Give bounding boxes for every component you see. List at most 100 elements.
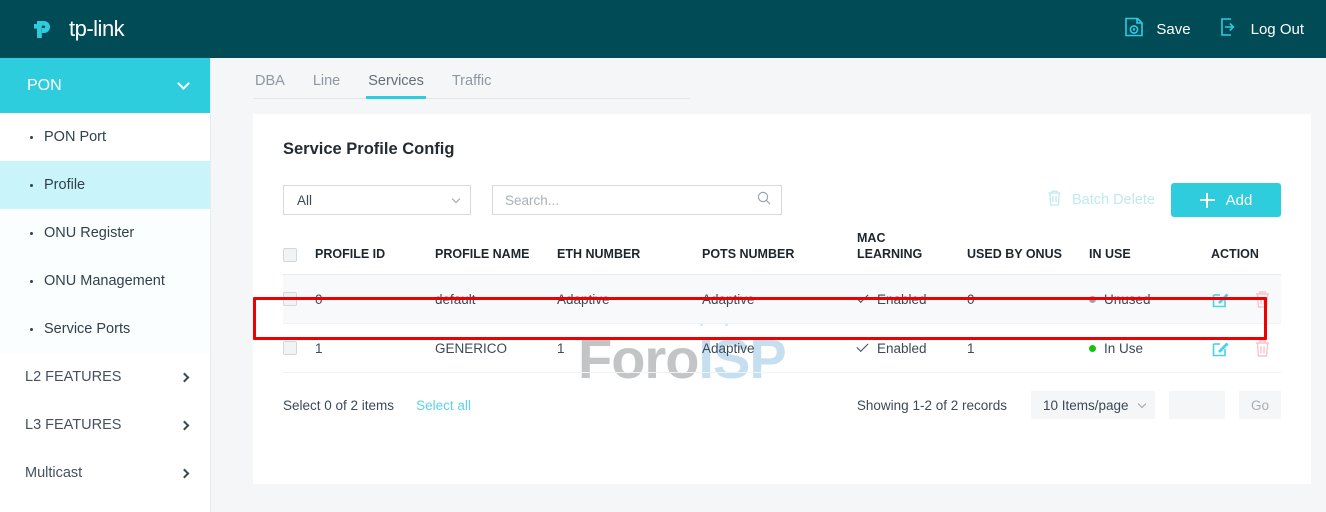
row-checkbox-cell (283, 274, 315, 325)
items-per-page-select[interactable]: 10 Items/page (1031, 391, 1155, 420)
sidebar-item-label: ONU Management (44, 273, 165, 289)
tab-dba[interactable]: DBA (253, 69, 287, 98)
bullet-icon (30, 183, 33, 187)
sidebar-item-l2-features[interactable]: L2 FEATURES (0, 353, 210, 401)
edit-icon[interactable] (1211, 289, 1231, 309)
page-title: Service Profile Config (283, 140, 455, 158)
cell-mac-learning: Enabled (856, 274, 967, 325)
filter-select[interactable]: All (283, 185, 471, 215)
cell-pots-number: Adaptive (702, 323, 857, 374)
brand-name: tp-link (69, 16, 125, 41)
status-label: Unused (1104, 291, 1151, 307)
status-dot-icon (1089, 295, 1096, 303)
sidebar-item-onu-register[interactable]: ONU Register (0, 209, 210, 257)
logout-button[interactable]: Log Out (1217, 15, 1304, 43)
cell-used-by-onus: 0 (967, 274, 1089, 325)
pagination-controls: Showing 1-2 of 2 records 10 Items/page G… (856, 391, 1281, 420)
search-input[interactable] (505, 192, 756, 208)
tab-services[interactable]: Services (366, 69, 426, 99)
edit-icon[interactable] (1211, 338, 1231, 358)
add-label: Add (1225, 191, 1253, 209)
sidebar-item-pon-port[interactable]: PON Port (0, 113, 210, 161)
sidebar-item-service-ports[interactable]: Service Ports (0, 305, 210, 353)
cell-profile-name: default (435, 274, 557, 325)
go-button[interactable]: Go (1239, 391, 1281, 420)
add-button[interactable]: Add (1171, 183, 1281, 217)
search-field[interactable] (492, 185, 782, 215)
sidebar-navigation: PON PON Port Profile ONU Register ONU Ma… (0, 58, 211, 512)
service-profile-panel: Service Profile Config Foro ISP All Sear… (253, 114, 1311, 484)
bullet-icon (30, 327, 33, 331)
column-mac-learning-line2: LEARNING (857, 246, 923, 261)
cell-mac-learning: Enabled (856, 323, 967, 374)
logout-label: Log Out (1250, 20, 1304, 38)
table-body: 0 default Adaptive Adaptive Enabled 0 Un… (283, 274, 1281, 374)
search-icon[interactable] (756, 190, 772, 211)
logout-arrow-icon (1217, 15, 1241, 43)
chevron-right-icon (179, 468, 190, 478)
tab-line[interactable]: Line (311, 69, 342, 98)
chevron-down-icon (1137, 399, 1147, 408)
column-eth-number: ETH NUMBER (557, 246, 641, 261)
filter-select-value: All (297, 192, 313, 208)
column-in-use: IN USE (1089, 246, 1131, 261)
table-head: PROFILE ID PROFILE NAME ETH NUMBER POTS … (283, 231, 1281, 275)
check-icon (856, 340, 869, 353)
mac-learning-label: Enabled (877, 291, 927, 307)
selection-info: Select 0 of 2 items (283, 397, 395, 413)
delete-icon[interactable] (1253, 289, 1272, 309)
records-info: Showing 1-2 of 2 records (856, 397, 1007, 413)
column-action: ACTION (1211, 246, 1259, 261)
column-used-by-onus: USED BY ONUS (967, 246, 1062, 261)
sidebar-item-l3-features[interactable]: L3 FEATURES (0, 401, 210, 449)
cell-used-by-onus: 1 (967, 323, 1089, 374)
sidebar-item-label: PON Port (44, 129, 107, 145)
chevron-right-icon (179, 372, 190, 382)
column-profile-id: PROFILE ID (315, 246, 386, 261)
cell-pots-number: Adaptive (702, 274, 857, 325)
cell-eth-number: 1 (557, 323, 702, 374)
sidebar-item-label: L3 FEATURES (25, 417, 122, 433)
sidebar-item-profile[interactable]: Profile (0, 161, 210, 209)
sidebar-item-label: Profile (44, 177, 86, 193)
select-all-checkbox[interactable] (283, 248, 297, 263)
page-shell: PON PON Port Profile ONU Register ONU Ma… (0, 58, 1326, 512)
table-toolbar: All Search... Batch Delete Add (253, 159, 1311, 217)
row-checkbox[interactable] (283, 341, 297, 356)
mac-learning-label: Enabled (877, 340, 927, 356)
sidebar-item-label: Multicast (25, 465, 83, 481)
save-button[interactable]: Save (1122, 15, 1191, 43)
brand-logo: tp-link (30, 12, 125, 47)
table-row[interactable]: 0 default Adaptive Adaptive Enabled 0 Un… (283, 274, 1281, 325)
header-actions: Save Log Out (1122, 15, 1304, 43)
bullet-icon (30, 279, 33, 283)
select-all-link[interactable]: Select all (416, 398, 471, 413)
tab-traffic[interactable]: Traffic (450, 69, 493, 98)
page-number-input[interactable] (1169, 391, 1225, 420)
column-profile-name: PROFILE NAME (435, 246, 530, 261)
table-row[interactable]: 1 GENERICO 1 Adaptive Enabled 1 In Use (283, 323, 1281, 374)
row-checkbox[interactable] (283, 292, 297, 307)
batch-delete-button[interactable]: Batch Delete (1046, 189, 1155, 211)
status-badge: Unused (1089, 292, 1211, 307)
column-pots-number: POTS NUMBER (702, 246, 795, 261)
cell-eth-number: Adaptive (557, 274, 702, 325)
sidebar-item-onu-management[interactable]: ONU Management (0, 257, 210, 305)
toolbar-actions: Batch Delete Add (1046, 183, 1281, 217)
batch-delete-label: Batch Delete (1071, 192, 1155, 208)
sidebar-item-multicast[interactable]: Multicast (0, 449, 210, 497)
cell-profile-name: GENERICO (435, 323, 557, 374)
cell-profile-id: 1 (315, 323, 435, 374)
chevron-down-icon (177, 77, 190, 90)
sidebar-group-label: PON (27, 76, 62, 94)
delete-icon[interactable] (1253, 338, 1272, 358)
cell-action (1211, 323, 1281, 374)
chevron-down-icon (451, 194, 461, 203)
trash-icon (1046, 189, 1063, 211)
cell-in-use: In Use (1089, 323, 1211, 374)
tab-bar: DBA Line Services Traffic (253, 58, 690, 99)
profiles-table-container: PROFILE ID PROFILE NAME ETH NUMBER POTS … (253, 217, 1311, 374)
sidebar-group-pon[interactable]: PON (0, 58, 210, 113)
bullet-icon (30, 135, 33, 139)
cell-in-use: Unused (1089, 274, 1211, 325)
